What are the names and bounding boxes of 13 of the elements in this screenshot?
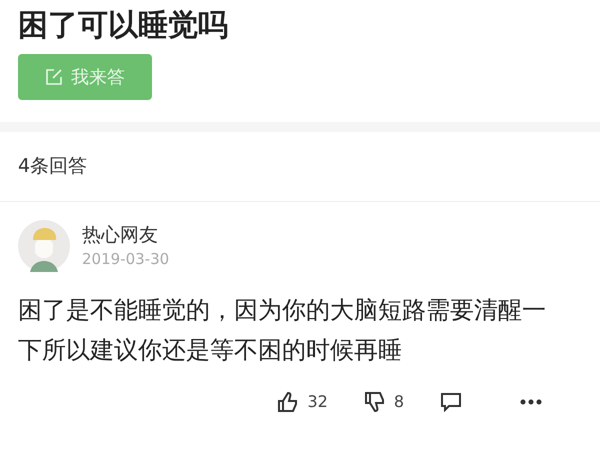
author-name: 热心网友 [82, 222, 159, 248]
like-button[interactable]: 32 [277, 390, 328, 414]
more-icon[interactable] [520, 398, 542, 404]
avatar [18, 220, 70, 272]
answer-text: 困了是不能睡觉的，因为你的大脑短路需要清醒一下所以建议你还是等不困的时候再睡 [18, 294, 547, 366]
thumbs-down-icon [364, 390, 386, 412]
answer-date: 2019-03-30 [82, 248, 170, 270]
edit-icon [45, 68, 63, 86]
dislike-button[interactable]: 8 [364, 390, 404, 414]
thumbs-up-icon [277, 390, 300, 412]
answer-count: 4条回答 [18, 155, 88, 177]
question-title: 困了可以睡觉吗 [18, 7, 229, 45]
comment-icon[interactable] [440, 392, 462, 412]
